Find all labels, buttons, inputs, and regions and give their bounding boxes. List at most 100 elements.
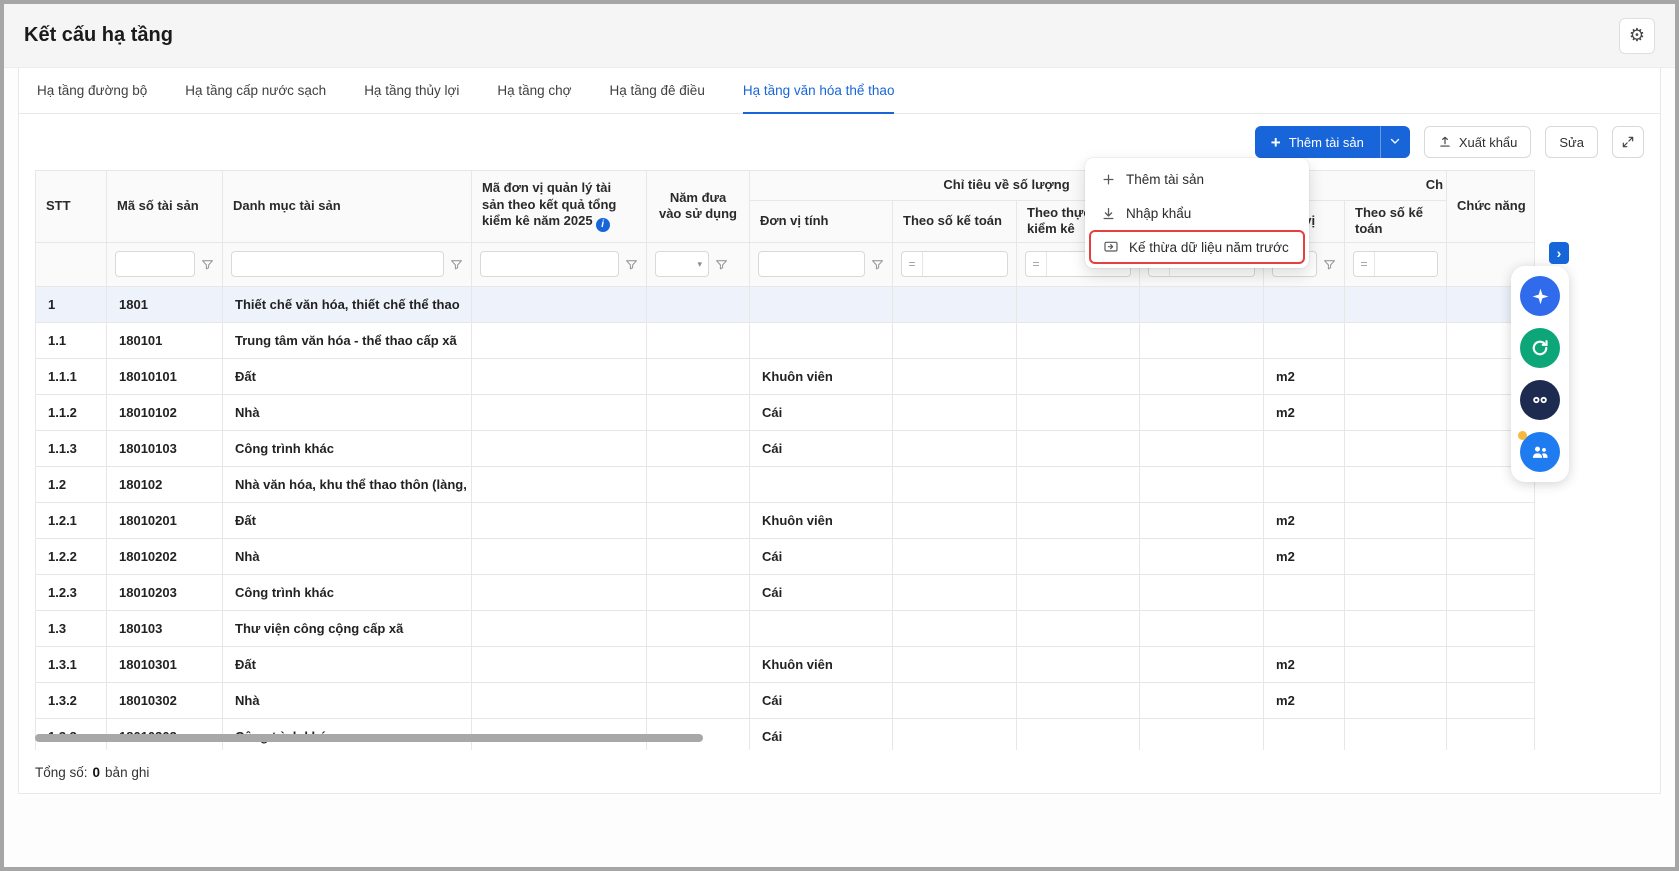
cell-year: [647, 538, 750, 574]
cell-by-inventory: [1017, 646, 1140, 682]
page-title: Kết cấu hạ tầng: [24, 24, 173, 47]
cell-asset-code: 180102: [107, 466, 223, 502]
table-footer: Tổng số: 0 bản ghi: [35, 750, 1644, 794]
inherit-icon: [1103, 239, 1119, 255]
cell-year: [647, 574, 750, 610]
cell-unit-code: [472, 682, 647, 718]
menu-item-0[interactable]: Thêm tài sản: [1089, 162, 1305, 196]
cell-unit-code: [472, 466, 647, 502]
cell-unit2: m2: [1264, 394, 1345, 430]
menu-item-label: Kế thừa dữ liệu năm trước: [1129, 240, 1289, 255]
plus-icon: [1101, 172, 1116, 187]
cell-asset-code: 18010302: [107, 682, 223, 718]
add-asset-label: Thêm tài sản: [1289, 135, 1364, 150]
cell-by-inventory: [1017, 430, 1140, 466]
community-people-icon[interactable]: [1520, 432, 1560, 472]
scrollbar-thumb[interactable]: [35, 734, 703, 742]
settings-button[interactable]: ⚙: [1619, 18, 1655, 54]
table-row[interactable]: 1.3.218010302NhàCáim2: [36, 682, 1535, 718]
side-panel-collapse-tab[interactable]: ›: [1549, 242, 1569, 264]
filter-funnel-icon[interactable]: [871, 258, 884, 271]
table-row[interactable]: 1.1180101Trung tâm văn hóa - thể thao cấ…: [36, 322, 1535, 358]
horizontal-scrollbar[interactable]: [35, 733, 1534, 743]
cell-asset-name: Thiết chế văn hóa, thiết chế thể thao: [223, 286, 472, 322]
cell-year: [647, 466, 750, 502]
filter-funnel-icon[interactable]: [450, 258, 463, 271]
filter-input[interactable]: [231, 251, 444, 277]
cell-by-accounting: [893, 502, 1017, 538]
table-row[interactable]: 1.2180102Nhà văn hóa, khu thể thao thôn …: [36, 466, 1535, 502]
expand-icon: [1621, 135, 1635, 149]
owl-extension-icon[interactable]: [1520, 380, 1560, 420]
cell-by-accounting: [893, 466, 1017, 502]
cell-asset-name: Đất: [223, 502, 472, 538]
table-row[interactable]: 1.2.118010201ĐấtKhuôn viênm2: [36, 502, 1535, 538]
table-row[interactable]: 1.1.118010101ĐấtKhuôn viênm2: [36, 358, 1535, 394]
table-row[interactable]: 11801Thiết chế văn hóa, thiết chế thể th…: [36, 286, 1535, 322]
tab-1[interactable]: Hạ tầng cấp nước sạch: [185, 68, 326, 113]
filter-input[interactable]: [758, 251, 865, 277]
col-by-accounting2: Theo số kế toán: [1345, 201, 1447, 243]
cell-year: [647, 502, 750, 538]
fullscreen-button[interactable]: [1612, 126, 1644, 158]
filter-operator[interactable]: =: [902, 252, 923, 276]
cell-stt: 1: [36, 286, 107, 322]
table-row[interactable]: 1.1.318010103Công trình khácCái: [36, 430, 1535, 466]
cell-actions: [1447, 682, 1535, 718]
filter-funnel-icon[interactable]: [715, 258, 728, 271]
filter-select[interactable]: ▾: [655, 251, 709, 277]
cell-by-accounting: [893, 610, 1017, 646]
tab-2[interactable]: Hạ tầng thủy lợi: [364, 68, 459, 113]
export-label: Xuất khẩu: [1459, 135, 1518, 150]
cell-by-inventory: [1017, 574, 1140, 610]
add-asset-dropdown-toggle[interactable]: [1380, 126, 1410, 158]
cell-unit: Cái: [750, 682, 893, 718]
filter-operator[interactable]: =: [1026, 252, 1047, 276]
filter-input[interactable]: [480, 251, 619, 277]
cell-by-inventory: [1017, 394, 1140, 430]
cell-asset-name: Nhà: [223, 538, 472, 574]
cell-asset-code: 1801: [107, 286, 223, 322]
cell-by-accounting: [893, 682, 1017, 718]
chevron-down-icon: [1389, 135, 1401, 150]
col-year-in-use: Năm đưa vào sử dụng: [647, 171, 750, 243]
sparkle-assistant-icon[interactable]: [1520, 276, 1560, 316]
cell-extra: [1140, 502, 1264, 538]
filter-input[interactable]: [1375, 252, 1437, 276]
edit-button[interactable]: Sửa: [1545, 126, 1598, 158]
filter-funnel-icon[interactable]: [625, 258, 638, 271]
info-icon[interactable]: i: [596, 218, 610, 232]
add-asset-button[interactable]: + Thêm tài sản: [1255, 126, 1380, 158]
table-row[interactable]: 1.2.218010202NhàCáim2: [36, 538, 1535, 574]
cell-by-inventory: [1017, 466, 1140, 502]
table-row[interactable]: 1.3180103Thư viện công cộng cấp xã: [36, 610, 1535, 646]
total-unit: bản ghi: [105, 765, 149, 780]
cell-asset-code: 18010101: [107, 358, 223, 394]
filter-operator[interactable]: =: [1354, 252, 1375, 276]
table-row[interactable]: 1.2.318010203Công trình khácCái: [36, 574, 1535, 610]
tab-4[interactable]: Hạ tầng đê điều: [610, 68, 705, 113]
cell-unit: Khuôn viên: [750, 502, 893, 538]
cell-asset-code: 180103: [107, 610, 223, 646]
export-button[interactable]: Xuất khẩu: [1424, 126, 1532, 158]
cell-stt: 1.2: [36, 466, 107, 502]
tab-5[interactable]: Hạ tầng văn hóa thể thao: [743, 68, 895, 113]
tab-0[interactable]: Hạ tầng đường bộ: [37, 68, 147, 113]
green-circle-tool-icon[interactable]: [1520, 328, 1560, 368]
cell-extra: [1140, 466, 1264, 502]
menu-item-2[interactable]: Kế thừa dữ liệu năm trước: [1089, 230, 1305, 264]
export-icon: [1438, 135, 1452, 149]
tab-3[interactable]: Hạ tầng chợ: [497, 68, 571, 113]
cell-asset-name: Thư viện công cộng cấp xã: [223, 610, 472, 646]
table-row[interactable]: 1.3.118010301ĐấtKhuôn viênm2: [36, 646, 1535, 682]
filter-funnel-icon[interactable]: [201, 258, 214, 271]
filter-cell: =: [1345, 242, 1447, 286]
filter-input[interactable]: [923, 252, 1007, 276]
menu-item-1[interactable]: Nhập khẩu: [1089, 196, 1305, 230]
table-row[interactable]: 1.1.218010102NhàCáim2: [36, 394, 1535, 430]
cell-stt: 1.1.2: [36, 394, 107, 430]
cell-unit: Khuôn viên: [750, 358, 893, 394]
cell-by-inventory: [1017, 538, 1140, 574]
filter-funnel-icon[interactable]: [1323, 258, 1336, 271]
filter-input[interactable]: [115, 251, 195, 277]
